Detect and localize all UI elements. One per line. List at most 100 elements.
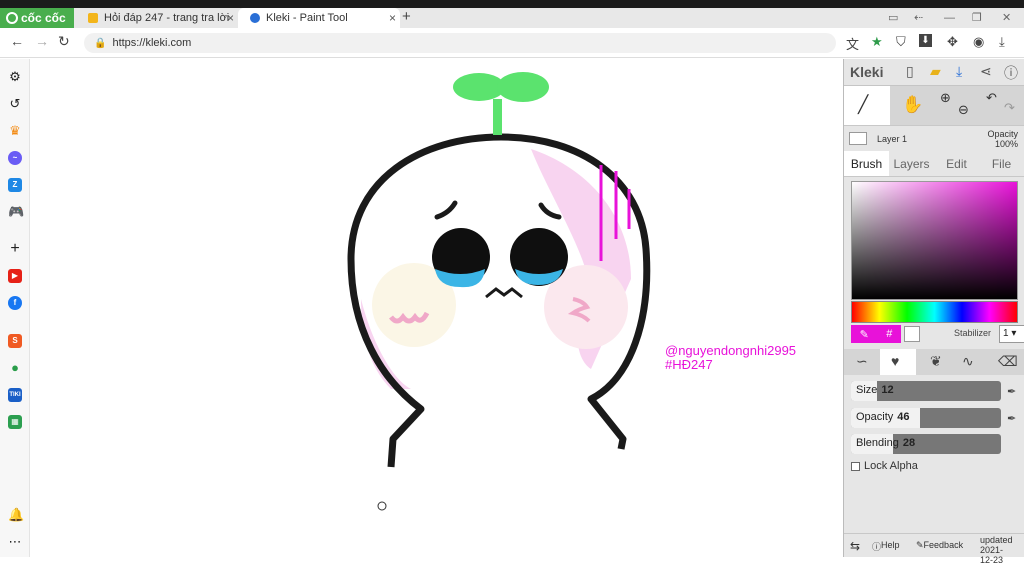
size-pressure-icon[interactable]: ✒ <box>1007 385 1016 398</box>
eyedropper-icon[interactable]: ✎ <box>860 328 869 341</box>
help-label: Help <box>881 540 900 550</box>
new-tab-button[interactable]: + <box>402 8 411 28</box>
brush-tool-button[interactable]: ╱ <box>844 86 890 126</box>
hoidap-favicon-icon <box>88 13 98 23</box>
restore-icon[interactable]: ❐ <box>972 8 982 28</box>
account-icon[interactable]: ◉ <box>973 34 984 50</box>
opacity-value: 46 <box>897 411 910 423</box>
share-icon[interactable]: ⋖ <box>980 63 992 80</box>
layer-thumbnail <box>849 132 867 145</box>
coccoc-icon[interactable]: ● <box>8 361 22 375</box>
size-label: Size 12 <box>856 384 894 396</box>
more-icon[interactable]: ⋯ <box>8 535 22 549</box>
opacity-label: Opacity 46 <box>856 411 910 423</box>
screenshot-icon[interactable]: ▭ <box>888 8 898 28</box>
pen-brush-icon[interactable]: ∽ <box>856 353 868 370</box>
tab-kleki[interactable]: Kleki - Paint Tool × <box>238 8 400 28</box>
opacity-pressure-icon[interactable]: ✒ <box>1007 412 1016 425</box>
bookmark-star-icon[interactable]: ★ <box>871 34 883 50</box>
tab-hoidap[interactable]: Hỏi đáp 247 - trang tra lời × <box>76 8 238 28</box>
open-folder-icon[interactable]: ▰ <box>930 63 941 80</box>
extensions-icon[interactable]: ✥ <box>947 34 958 50</box>
secondary-color-swatch[interactable] <box>904 326 920 342</box>
sketchy-brush-icon[interactable]: ❦ <box>930 353 942 370</box>
save-download-icon[interactable]: ⤓ <box>956 63 962 80</box>
bell-icon[interactable]: 🔔 <box>8 508 24 522</box>
shield-icon[interactable]: ⛉ <box>896 34 906 50</box>
shopee-icon[interactable]: S <box>8 334 22 348</box>
shape-brush-icon[interactable]: ∿ <box>962 353 974 370</box>
layer-name: Layer 1 <box>877 134 908 144</box>
forward-icon[interactable]: → <box>35 33 49 49</box>
hand-icon[interactable]: ✋ <box>902 95 923 115</box>
close-tab-icon[interactable]: × <box>389 11 396 25</box>
url-text: https://kleki.com <box>112 37 192 49</box>
kleki-panel: Kleki ▯ ▰ ⤓ ⋖ ⓘ ╱ ✋ ⊕ ⊖ ↶ ↷ Layer 1 Opac… <box>843 59 1024 565</box>
sidebar: ⚙ ↺ ♛ ~ Z 🎮 + ▶ f S ● TIKI ▦ 🔔 ⋯ <box>0 59 30 557</box>
lock-alpha-checkbox[interactable] <box>851 461 860 471</box>
youtube-icon[interactable]: ▶ <box>8 269 22 283</box>
minimize-icon[interactable]: — <box>944 8 955 28</box>
zoom-out-icon[interactable]: ⊖ <box>958 102 969 118</box>
back-icon[interactable]: ← <box>10 33 24 49</box>
panel-footer: ⇆ ⓘ Help ✎ Feedback updated 2021-12-23 <box>844 533 1024 565</box>
sprout-stem <box>493 99 502 135</box>
help-button[interactable]: ⓘ Help <box>872 540 900 553</box>
help-icon[interactable]: ⓘ <box>1004 63 1018 83</box>
crown-icon[interactable]: ♛ <box>8 124 22 138</box>
feedback-button[interactable]: ✎ Feedback <box>916 540 963 551</box>
tool-row: ╱ ✋ ⊕ ⊖ ↶ ↷ <box>844 85 1024 126</box>
tab-layers[interactable]: Layers <box>889 151 934 176</box>
tab-title: Hỏi đáp 247 - trang tra lời <box>104 12 230 24</box>
downloads-icon[interactable]: ⤓ <box>999 34 1005 50</box>
close-window-icon[interactable]: ✕ <box>1002 8 1011 28</box>
tab-brush[interactable]: Brush <box>844 151 889 176</box>
kleki-favicon-icon <box>250 13 260 23</box>
translate-icon[interactable]: 文 <box>846 34 859 53</box>
messenger-icon[interactable]: ~ <box>8 151 22 165</box>
new-image-icon[interactable]: ▯ <box>906 63 914 80</box>
selected-brush-button[interactable]: ♥ <box>880 349 916 375</box>
facebook-icon[interactable]: f <box>8 296 22 310</box>
color-picker-square[interactable] <box>851 181 1018 300</box>
stabilizer-value: 1 <box>1003 328 1009 339</box>
window-top-strip <box>0 0 1024 8</box>
stabilizer-select[interactable]: 1 ▾ <box>999 325 1024 343</box>
hex-input-button[interactable]: # <box>886 328 892 340</box>
tab-edit[interactable]: Edit <box>934 151 979 176</box>
download-video-icon[interactable]: ⬇ <box>919 34 932 47</box>
blending-label-text: Blending <box>856 437 899 449</box>
close-tab-icon[interactable]: × <box>227 11 234 25</box>
add-icon[interactable]: + <box>8 241 22 257</box>
coccoc-logo-icon <box>6 12 18 24</box>
game-icon[interactable]: 🎮 <box>8 205 24 219</box>
url-field[interactable]: 🔒 https://kleki.com <box>84 33 836 53</box>
swap-panel-icon[interactable]: ⇆ <box>850 539 860 553</box>
layer-opacity-value: 100% <box>994 139 1018 149</box>
tab-file[interactable]: File <box>979 151 1024 176</box>
lock-alpha-toggle[interactable]: Lock Alpha <box>851 460 918 472</box>
zalo-icon[interactable]: Z <box>8 178 22 192</box>
hue-slider[interactable] <box>851 301 1018 323</box>
reload-icon[interactable]: ↻ <box>58 33 70 50</box>
layer-row[interactable]: Layer 1 Opacity 100% <box>844 125 1024 151</box>
history-icon[interactable]: ↺ <box>8 97 22 111</box>
zoom-in-icon[interactable]: ⊕ <box>940 90 951 106</box>
tiki-icon[interactable]: TIKI <box>8 388 22 402</box>
feedback-label: Feedback <box>923 540 964 550</box>
back-arrow-icon[interactable]: ⇠ <box>914 8 923 28</box>
size-slider[interactable]: Size 12 <box>851 381 1001 401</box>
current-color-box[interactable]: ✎ # <box>851 325 901 343</box>
drawing-canvas[interactable]: @nguyendongnhi2995 #HĐ247 <box>31 59 843 557</box>
redo-icon[interactable]: ↷ <box>1004 100 1015 116</box>
undo-icon[interactable]: ↶ <box>986 90 997 106</box>
blending-slider[interactable]: Blending 28 <box>851 434 1001 454</box>
tab-bar: cốc cốc Hỏi đáp 247 - trang tra lời × Kl… <box>0 8 1024 28</box>
settings-icon[interactable]: ⚙ <box>8 70 22 84</box>
lock-icon: 🔒 <box>94 37 107 49</box>
sheet-icon[interactable]: ▦ <box>8 415 22 429</box>
opacity-slider[interactable]: Opacity 46 <box>851 408 1001 428</box>
blend-brush-icon: ♥ <box>891 353 900 369</box>
eraser-icon[interactable]: ⌫ <box>998 353 1018 370</box>
coccoc-brand-button[interactable]: cốc cốc <box>0 8 74 28</box>
